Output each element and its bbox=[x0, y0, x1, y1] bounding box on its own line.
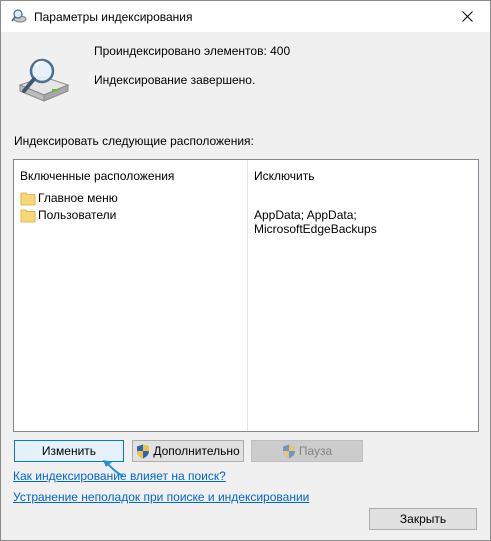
included-location-label: Главное меню bbox=[38, 191, 118, 205]
window-title: Параметры индексирования bbox=[34, 10, 193, 24]
locations-label: Индексировать следующие расположения: bbox=[14, 134, 254, 148]
indexing-drive-magnifier-icon bbox=[18, 58, 70, 102]
close-window-button[interactable] bbox=[444, 1, 490, 32]
pause-button-label: Пауза bbox=[298, 444, 333, 458]
pause-button[interactable]: Пауза bbox=[251, 440, 363, 462]
folder-icon bbox=[20, 192, 36, 205]
uac-shield-icon bbox=[137, 444, 150, 458]
folder-icon bbox=[20, 209, 36, 222]
column-divider bbox=[247, 160, 248, 431]
indexing-status-text: Индексирование завершено. bbox=[94, 73, 256, 87]
advanced-button-label: Дополнительно bbox=[153, 444, 240, 458]
excluded-paths: AppData; AppData; MicrosoftEdgeBackups bbox=[254, 208, 377, 236]
cursor-arrow-icon bbox=[103, 460, 124, 477]
locations-list[interactable]: Включенные расположения Исключить Главно… bbox=[13, 159, 479, 432]
title-bar: Параметры индексирования bbox=[1, 1, 490, 32]
column-header-included: Включенные расположения bbox=[20, 169, 175, 183]
list-item[interactable]: Главное меню bbox=[20, 190, 118, 206]
close-button[interactable]: Закрыть bbox=[369, 508, 477, 530]
list-item[interactable]: Пользователи bbox=[20, 207, 116, 223]
advanced-button[interactable]: Дополнительно bbox=[132, 440, 244, 462]
column-header-exclude: Исключить bbox=[254, 169, 315, 183]
indexing-options-icon bbox=[11, 9, 27, 23]
close-button-label: Закрыть bbox=[399, 512, 447, 526]
uac-shield-icon bbox=[282, 444, 295, 458]
troubleshoot-link[interactable]: Устранение неполадок при поиске и индекс… bbox=[13, 490, 309, 504]
indexing-options-window: Параметры индексирования Проиндексирован… bbox=[0, 0, 491, 541]
included-location-label: Пользователи bbox=[38, 208, 117, 222]
close-icon bbox=[461, 11, 473, 22]
indexed-count-text: Проиндексировано элементов: 400 bbox=[94, 44, 291, 58]
modify-button-label: Изменить bbox=[41, 444, 97, 458]
